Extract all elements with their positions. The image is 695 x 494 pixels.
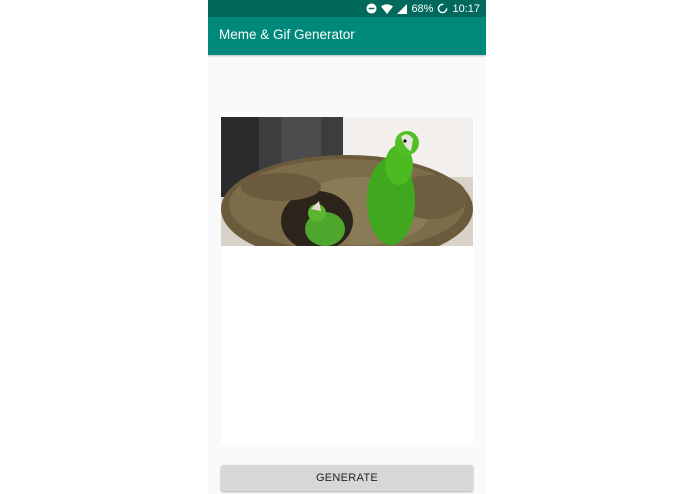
generate-button[interactable]: GENERATE: [221, 465, 473, 491]
battery-percent: 68%: [411, 2, 434, 15]
clock: 10:17: [452, 2, 480, 15]
do-not-disturb-icon: [366, 3, 377, 14]
gif-preview-image[interactable]: [221, 117, 473, 246]
status-icons: 68% 10:17: [366, 2, 480, 15]
app-bar: Meme & Gif Generator: [208, 17, 486, 55]
wifi-icon: [381, 3, 394, 14]
battery-charging-icon: [437, 3, 448, 14]
signal-icon: [397, 3, 408, 14]
status-bar: 68% 10:17: [208, 0, 486, 17]
app-title: Meme & Gif Generator: [219, 27, 355, 42]
app-screen: 68% 10:17 Meme & Gif Generator GENERATE: [208, 0, 486, 494]
